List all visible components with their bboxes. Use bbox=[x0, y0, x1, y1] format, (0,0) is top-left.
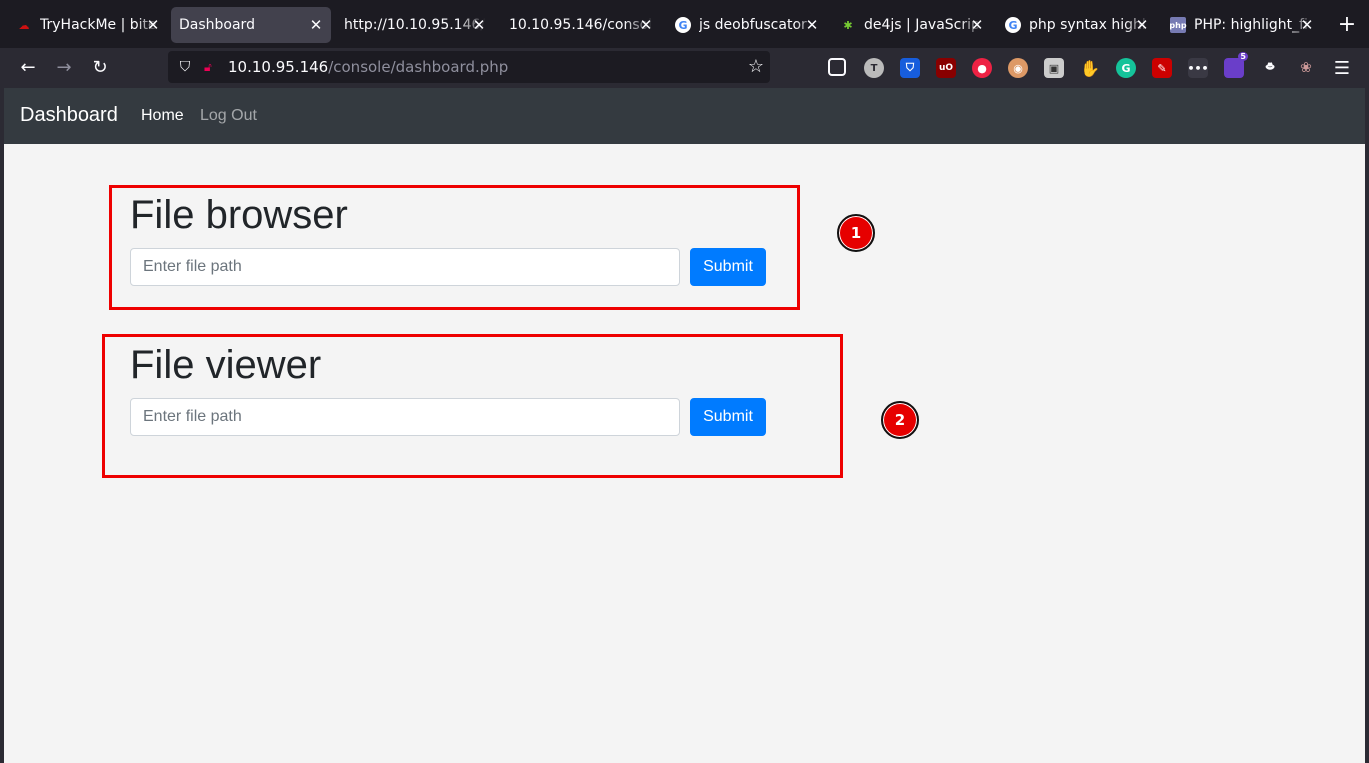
extension-badge-icon[interactable]: 5 bbox=[1224, 52, 1248, 78]
close-icon[interactable]: ✕ bbox=[968, 16, 986, 34]
url-path: /console/dashboard.php bbox=[328, 58, 509, 76]
tab-dashboard[interactable]: Dashboard ✕ bbox=[171, 7, 331, 43]
google-icon: G bbox=[1005, 17, 1021, 33]
shield-icon[interactable]: ⛉ bbox=[176, 58, 194, 76]
owl-icon[interactable]: ◉ bbox=[1008, 58, 1028, 78]
new-tab-plus-icon[interactable]: + bbox=[1333, 11, 1361, 39]
tab-title: 10.10.95.146/consol bbox=[509, 17, 653, 33]
tryhackme-icon: ☁ bbox=[18, 18, 30, 32]
tab-php-highlight[interactable]: php PHP: highlight_fi ✕ bbox=[1162, 7, 1322, 43]
close-icon[interactable]: ✕ bbox=[1298, 16, 1316, 34]
tab-php-syntax[interactable]: G php syntax highl ✕ bbox=[997, 7, 1157, 43]
tab-http-url[interactable]: http://10.10.95.146/ ✕ bbox=[336, 7, 494, 43]
tab-js-deobfuscator[interactable]: G js deobfuscator ✕ bbox=[667, 7, 827, 43]
close-icon[interactable]: ✕ bbox=[803, 16, 821, 34]
google-icon: G bbox=[675, 17, 691, 33]
url-bar[interactable]: ⛉ 🔓︎ 10.10.95.146/console/dashboard.php … bbox=[168, 51, 770, 83]
tab-title: PHP: highlight_fi bbox=[1194, 17, 1308, 33]
wappalyzer-icon[interactable]: ✎ bbox=[1152, 58, 1172, 78]
tab-title: http://10.10.95.146/ bbox=[344, 17, 486, 33]
clipboard-icon[interactable]: ▣ bbox=[1044, 58, 1064, 78]
paw-icon[interactable]: ❀ bbox=[1296, 58, 1316, 78]
more-tools-icon[interactable]: ••• bbox=[1187, 58, 1209, 78]
hat-icon[interactable]: 🎩︎ bbox=[1260, 58, 1280, 78]
pocket-icon[interactable] bbox=[828, 58, 846, 76]
close-icon[interactable]: ✕ bbox=[307, 16, 325, 34]
annotation-marker-2: 2 bbox=[881, 401, 919, 439]
tab-tryhackme[interactable]: ☁ TryHackMe | bite ✕ bbox=[8, 7, 168, 43]
tab-title: de4js | JavaScrip bbox=[864, 17, 980, 33]
close-icon[interactable]: ✕ bbox=[1133, 16, 1151, 34]
account-icon[interactable]: T bbox=[864, 58, 884, 78]
annotation-box-2 bbox=[102, 334, 843, 478]
tab-title: php syntax highl bbox=[1029, 17, 1146, 33]
url-host: 10.10.95.146 bbox=[228, 58, 329, 76]
tab-strip: ☁ TryHackMe | bite ✕ Dashboard ✕ http://… bbox=[0, 0, 1369, 48]
close-icon[interactable]: ✕ bbox=[637, 16, 655, 34]
ublock-icon[interactable]: uO bbox=[936, 58, 956, 78]
php-icon: php bbox=[1169, 17, 1187, 33]
annotation-box-1 bbox=[109, 185, 800, 310]
hamburger-menu-icon[interactable]: ☰ bbox=[1332, 58, 1352, 79]
back-arrow-icon[interactable]: ← bbox=[16, 56, 40, 80]
forward-arrow-icon[interactable]: → bbox=[52, 56, 76, 80]
bookmark-star-icon[interactable]: ☆ bbox=[748, 57, 764, 77]
extension-badge-count: 5 bbox=[1238, 52, 1248, 61]
insecure-lock-icon[interactable]: 🔓︎ bbox=[204, 59, 218, 75]
bitwarden-icon[interactable]: ⛉ bbox=[900, 58, 920, 78]
tab-de4js[interactable]: ✱ de4js | JavaScrip ✕ bbox=[832, 7, 992, 43]
browser-toolbar: ← → ↻ ⛉ 🔓︎ 10.10.95.146/console/dashboar… bbox=[0, 48, 1369, 88]
tab-title: TryHackMe | bite bbox=[40, 17, 157, 33]
navbar-brand[interactable]: Dashboard bbox=[20, 104, 118, 127]
site-navbar: Dashboard Home Log Out bbox=[4, 88, 1365, 144]
tab-console[interactable]: 10.10.95.146/consol ✕ bbox=[501, 7, 661, 43]
close-icon[interactable]: ✕ bbox=[470, 16, 488, 34]
tab-title: js deobfuscator bbox=[699, 17, 807, 33]
grammarly-icon[interactable]: G bbox=[1116, 58, 1136, 78]
annotation-marker-1: 1 bbox=[837, 214, 875, 252]
gnome-foot-icon[interactable]: ✋ bbox=[1080, 58, 1100, 78]
tab-title: Dashboard bbox=[179, 17, 255, 33]
window-edge-right bbox=[1365, 88, 1369, 763]
page-content: Dashboard Home Log Out File browser Subm… bbox=[4, 88, 1365, 763]
reload-icon[interactable]: ↻ bbox=[88, 56, 112, 80]
cookie-icon[interactable]: ● bbox=[972, 58, 992, 78]
de4js-icon: ✱ bbox=[843, 18, 853, 32]
nav-link-logout[interactable]: Log Out bbox=[200, 107, 257, 125]
nav-link-home[interactable]: Home bbox=[141, 107, 184, 125]
close-icon[interactable]: ✕ bbox=[144, 16, 162, 34]
